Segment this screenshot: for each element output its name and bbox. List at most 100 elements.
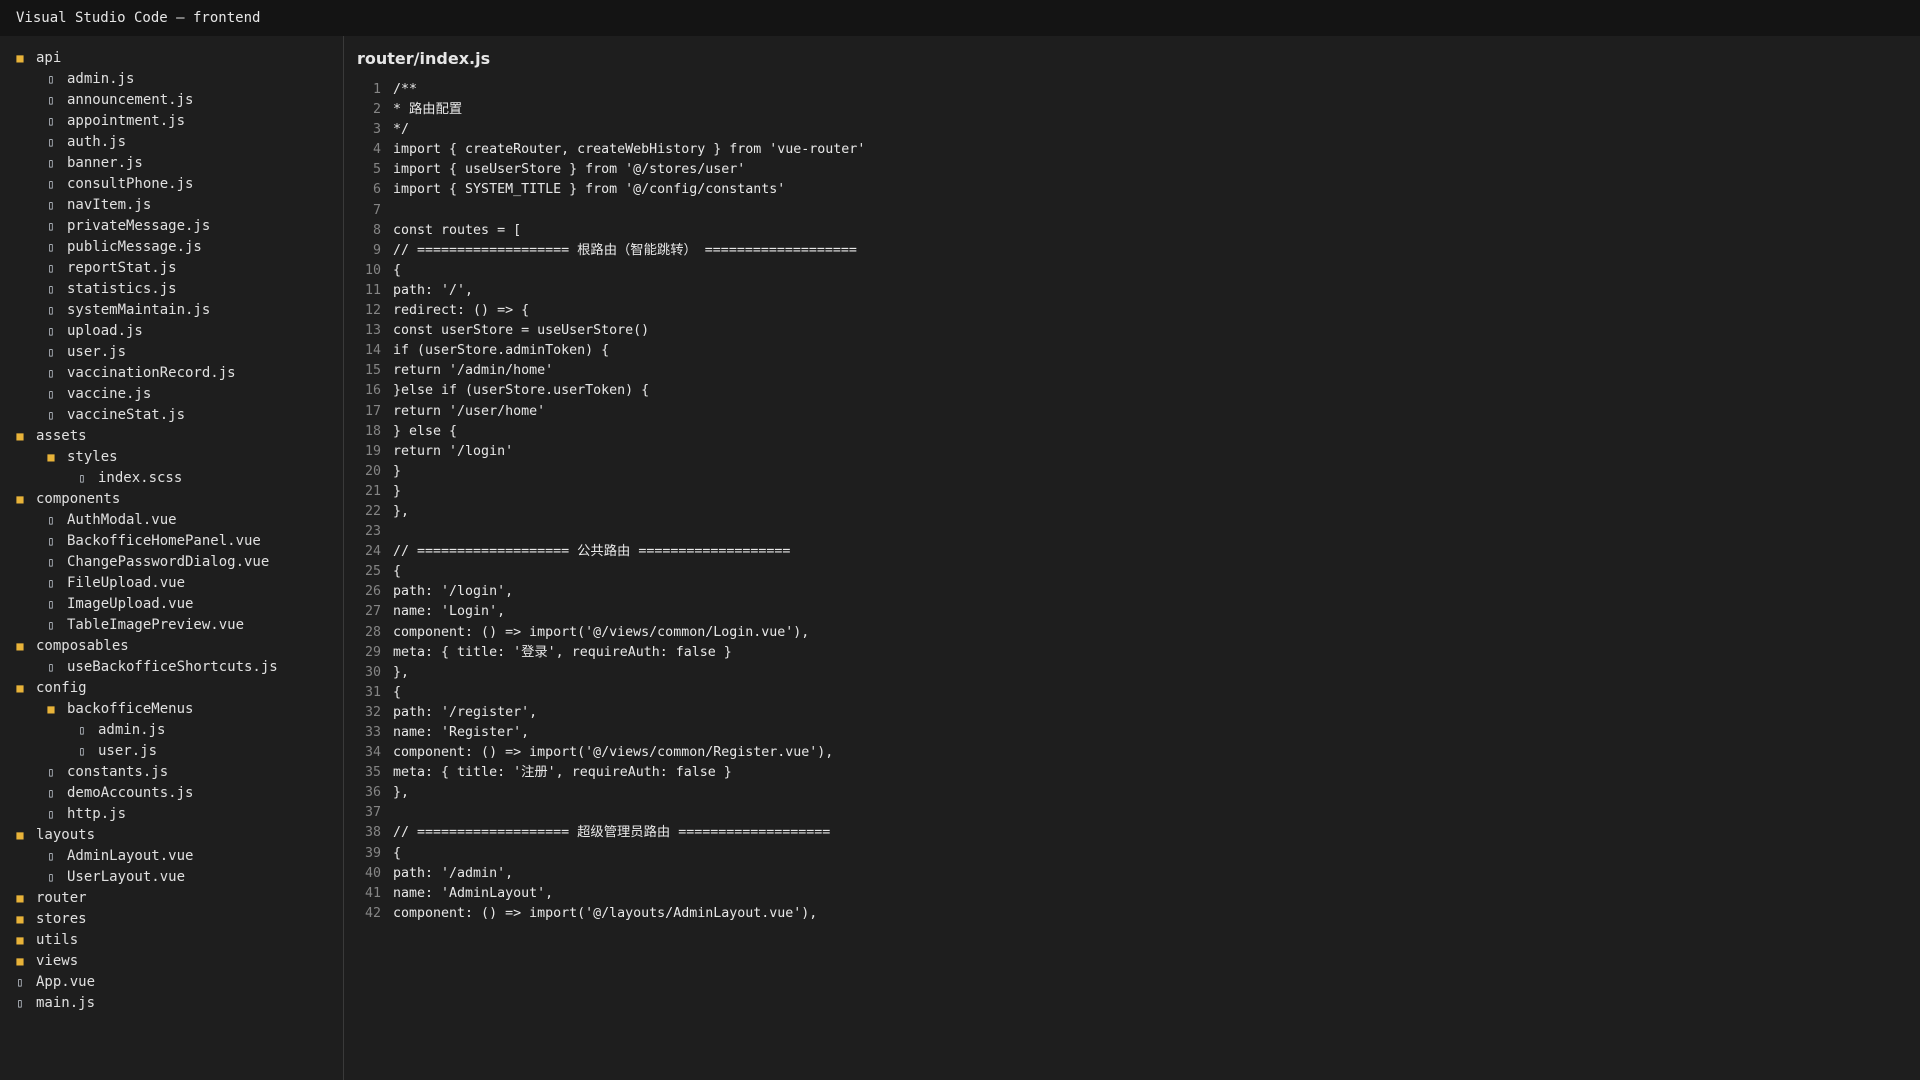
- code-line[interactable]: 41 name: 'AdminLayout',: [345, 884, 1920, 904]
- explorer-file[interactable]: ▯ ChangePasswordDialog.vue: [0, 552, 343, 573]
- explorer-file[interactable]: ▯ publicMessage.js: [0, 237, 343, 258]
- code-line[interactable]: 24 // =================== 公共路由 ==========…: [345, 542, 1920, 562]
- code-line[interactable]: 38 // =================== 超级管理员路由 =======…: [345, 823, 1920, 843]
- explorer-folder[interactable]: ■ styles: [0, 447, 343, 468]
- file-icon: ▯: [47, 786, 55, 800]
- code-line[interactable]: 5 import { useUserStore } from '@/stores/…: [345, 160, 1920, 180]
- code-line[interactable]: 12 redirect: () => {: [345, 301, 1920, 321]
- explorer-folder[interactable]: ■ utils: [0, 930, 343, 951]
- code-line[interactable]: 22},: [345, 502, 1920, 522]
- code-line[interactable]: 10 {: [345, 261, 1920, 281]
- explorer-folder[interactable]: ■ layouts: [0, 825, 343, 846]
- code-line[interactable]: 42 component: () => import('@/layouts/Adm…: [345, 904, 1920, 924]
- code-line[interactable]: 15 return '/admin/home': [345, 361, 1920, 381]
- code-line[interactable]: 9 // =================== 根路由（智能跳转） ======…: [345, 241, 1920, 261]
- explorer-file[interactable]: ▯ http.js: [0, 804, 343, 825]
- explorer-file[interactable]: ▯ admin.js: [0, 720, 343, 741]
- code-line[interactable]: 25 {: [345, 562, 1920, 582]
- explorer-file[interactable]: ▯ consultPhone.js: [0, 174, 343, 195]
- code-line[interactable]: 1 /**: [345, 80, 1920, 100]
- code-line[interactable]: 35 meta: { title: '注册', requireAuth: fals…: [345, 763, 1920, 783]
- explorer-file[interactable]: ▯ AdminLayout.vue: [0, 846, 343, 867]
- line-number: 29: [364, 644, 381, 660]
- explorer-file[interactable]: ▯ navItem.js: [0, 195, 343, 216]
- code-line[interactable]: 7: [345, 201, 1920, 221]
- code-line[interactable]: 31 {: [345, 683, 1920, 703]
- code-line[interactable]: 11 path: '/',: [345, 281, 1920, 301]
- explorer-file[interactable]: ▯ user.js: [0, 741, 343, 762]
- code-line[interactable]: 3 */: [345, 120, 1920, 140]
- explorer-file[interactable]: ▯ ImageUpload.vue: [0, 594, 343, 615]
- line-number: 33: [364, 725, 381, 740]
- explorer-folder[interactable]: ■ assets: [0, 426, 343, 447]
- code-line[interactable]: 39 {: [345, 844, 1920, 864]
- explorer-folder[interactable]: ■ router: [0, 888, 343, 909]
- explorer-file[interactable]: ▯ AuthModal.vue: [0, 510, 343, 531]
- explorer-file[interactable]: ▯ vaccinationRecord.js: [0, 363, 343, 384]
- code-line[interactable]: 33 name: 'Register',: [345, 723, 1920, 743]
- explorer-file[interactable]: ▯ main.js: [0, 993, 343, 1014]
- explorer-file[interactable]: ▯ upload.js: [0, 321, 343, 342]
- line-text: // =================== 超级管理员路由 =========…: [393, 825, 831, 841]
- explorer-folder[interactable]: ■ composables: [0, 636, 343, 657]
- code-area[interactable]: 1 /** 2 * 路由配置 3 */ 4 import { createRouter, cr…: [345, 80, 1920, 924]
- explorer-file[interactable]: ▯ index.scss: [0, 468, 343, 489]
- code-line[interactable]: 23: [345, 522, 1920, 542]
- explorer-file[interactable]: ▯ appointment.js: [0, 111, 343, 132]
- explorer-file[interactable]: ▯ admin.js: [0, 69, 343, 90]
- code-line[interactable]: 40 path: '/admin',: [345, 864, 1920, 884]
- code-line[interactable]: 30},: [345, 663, 1920, 683]
- code-line[interactable]: 37: [345, 803, 1920, 823]
- explorer-file[interactable]: ▯ vaccine.js: [0, 384, 343, 405]
- code-line[interactable]: 13 const userStore = useUserStore(): [345, 321, 1920, 341]
- explorer-folder[interactable]: ■ views: [0, 951, 343, 972]
- explorer-file[interactable]: ▯ announcement.js: [0, 90, 343, 111]
- explorer-folder[interactable]: ■ components: [0, 489, 343, 510]
- code-line[interactable]: 17 return '/user/home': [345, 402, 1920, 422]
- explorer-file[interactable]: ▯ user.js: [0, 342, 343, 363]
- code-line[interactable]: 18} else {: [345, 422, 1920, 442]
- code-line[interactable]: 2 * 路由配置: [345, 100, 1920, 120]
- explorer-file[interactable]: ▯ vaccineStat.js: [0, 405, 343, 426]
- explorer-file[interactable]: ▯ TableImagePreview.vue: [0, 615, 343, 636]
- code-line[interactable]: 21}: [345, 482, 1920, 502]
- explorer-file[interactable]: ▯ FileUpload.vue: [0, 573, 343, 594]
- code-line[interactable]: 8 const routes = [: [345, 221, 1920, 241]
- explorer-file[interactable]: ▯ useBackofficeShortcuts.js: [0, 657, 343, 678]
- explorer-file[interactable]: ▯ statistics.js: [0, 279, 343, 300]
- explorer-file[interactable]: ▯ systemMaintain.js: [0, 300, 343, 321]
- explorer-file[interactable]: ▯ auth.js: [0, 132, 343, 153]
- line-number: 30: [364, 664, 381, 680]
- explorer-folder[interactable]: ■ stores: [0, 909, 343, 930]
- folder-icon: ■: [47, 450, 55, 464]
- line-text: {: [393, 845, 402, 861]
- code-editor[interactable]: router/index.js 1 /** 2 * 路由配置 3 */ 4 import { …: [345, 36, 1920, 1080]
- explorer-file[interactable]: ▯ constants.js: [0, 762, 343, 783]
- explorer-file[interactable]: ▯ demoAccounts.js: [0, 783, 343, 804]
- explorer-file[interactable]: ▯ reportStat.js: [0, 258, 343, 279]
- explorer-folder[interactable]: ■ api: [0, 48, 343, 69]
- file-explorer[interactable]: ■ api ▯ admin.js ▯ announcement.js ▯ appointmen…: [0, 36, 344, 1080]
- code-line[interactable]: 36},: [345, 783, 1920, 803]
- explorer-file[interactable]: ▯ privateMessage.js: [0, 216, 343, 237]
- code-line[interactable]: 29 meta: { title: '登录', requireAuth: fals…: [345, 643, 1920, 663]
- code-line[interactable]: 26 path: '/login',: [345, 582, 1920, 602]
- explorer-folder[interactable]: ■ backofficeMenus: [0, 699, 343, 720]
- code-line[interactable]: 6 import { SYSTEM_TITLE } from '@/config/…: [345, 180, 1920, 200]
- code-line[interactable]: 34 component: () => import('@/views/commo…: [345, 743, 1920, 763]
- explorer-file[interactable]: ▯ banner.js: [0, 153, 343, 174]
- code-line[interactable]: 27 name: 'Login',: [345, 602, 1920, 622]
- explorer-file[interactable]: ▯ App.vue: [0, 972, 343, 993]
- line-text: {: [393, 262, 402, 278]
- explorer-folder[interactable]: ■ config: [0, 678, 343, 699]
- code-line[interactable]: 4 import { createRouter, createWebHistory…: [345, 140, 1920, 160]
- explorer-file[interactable]: ▯ BackofficeHomePanel.vue: [0, 531, 343, 552]
- explorer-item-label: user.js: [67, 344, 127, 360]
- explorer-file[interactable]: ▯ UserLayout.vue: [0, 867, 343, 888]
- code-line[interactable]: 19 return '/login': [345, 442, 1920, 462]
- code-line[interactable]: 20}: [345, 462, 1920, 482]
- code-line[interactable]: 16}else if (userStore.userToken) {: [345, 381, 1920, 401]
- code-line[interactable]: 32 path: '/register',: [345, 703, 1920, 723]
- code-line[interactable]: 28 component: () => import('@/views/commo…: [345, 623, 1920, 643]
- code-line[interactable]: 14 if (userStore.adminToken) {: [345, 341, 1920, 361]
